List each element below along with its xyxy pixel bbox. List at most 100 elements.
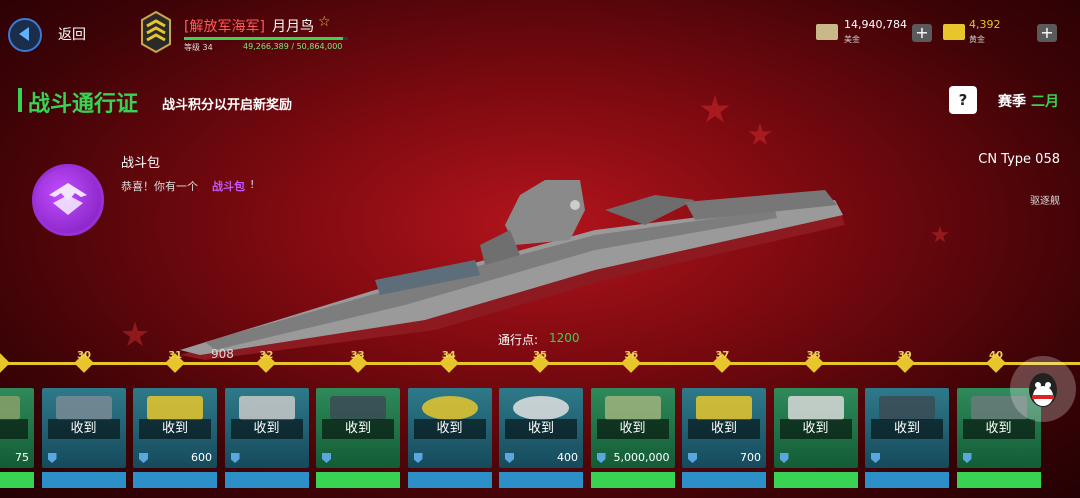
shield-icon	[139, 453, 148, 463]
reward-card[interactable]: 收到 400	[499, 388, 583, 468]
track-level-number: 30	[77, 350, 91, 361]
pass-points-value: 1200	[549, 331, 580, 345]
reward-tier-strip	[316, 472, 400, 488]
claimed-label: 到	[0, 419, 28, 439]
reward-tier-strip	[590, 472, 675, 488]
reward-card[interactable]: 收到	[224, 388, 309, 468]
cash-label: 美金	[844, 35, 860, 44]
season-value: 二月	[1031, 94, 1059, 110]
xp-progress-fill	[184, 37, 344, 40]
submarine-icon	[879, 396, 935, 420]
battle-pack-icon[interactable]	[32, 164, 104, 236]
reward-tier-strip	[682, 472, 766, 488]
track-level-number: 36	[624, 350, 639, 361]
claimed-label: 收到	[505, 419, 577, 439]
partial-icon	[0, 396, 20, 420]
reward-card[interactable]: 到 75	[0, 388, 34, 468]
gold-icon	[696, 396, 752, 420]
shield-icon	[688, 453, 697, 463]
track-level-number: 31	[168, 350, 183, 361]
shield-icon	[47, 453, 57, 463]
eagle-emblem-icon	[49, 183, 87, 215]
reward-amount: 400	[557, 451, 578, 464]
track-level-number: 38	[806, 350, 821, 361]
reward-card[interactable]: 收到	[316, 388, 400, 468]
xp-text: 49,266,389 / 50,864,000	[243, 42, 343, 51]
shield-icon	[230, 453, 240, 463]
claimed-label: 收到	[596, 419, 669, 439]
player-name: 月月鸟	[272, 19, 314, 35]
reward-tier-strip	[133, 472, 217, 488]
claimed-label: 收到	[779, 419, 852, 439]
reward-tier-strip	[224, 472, 309, 488]
track-level-number: 40	[989, 350, 1003, 361]
claimed-label: 收到	[871, 419, 943, 439]
rank-badge-icon	[141, 10, 171, 54]
ship-class: 驱逐舰	[1030, 196, 1060, 207]
rank-medal-icon	[421, 396, 478, 420]
claimed-label: 收到	[962, 419, 1035, 439]
pack-title: 战斗包	[121, 156, 161, 171]
ship-name: CN Type 058	[978, 152, 1060, 167]
track-level-number: 32	[259, 350, 274, 361]
bg-star-decor	[122, 321, 148, 347]
missile-icon	[238, 396, 295, 420]
shield-icon	[871, 453, 880, 463]
reward-card[interactable]: 收到	[773, 388, 858, 468]
player-tag: [解放军海军]	[184, 19, 265, 35]
reward-card[interactable]: 收到	[865, 388, 949, 468]
reward-tier-strip	[956, 472, 1041, 488]
reward-card[interactable]: 收到	[407, 388, 492, 468]
claimed-label: 收到	[322, 419, 394, 439]
gold-bar-icon	[943, 24, 965, 40]
claimed-label: 收到	[413, 419, 486, 439]
reward-tier-strip	[407, 472, 492, 488]
reward-tier-strip	[41, 472, 126, 488]
shield-icon	[962, 453, 972, 463]
back-label[interactable]: 返回	[58, 24, 86, 44]
track-level-number: 33	[350, 350, 365, 361]
reward-card[interactable]: 收到	[41, 388, 126, 468]
reward-card[interactable]: 收到 5,000,000	[590, 388, 675, 468]
bg-star-decor	[931, 226, 949, 243]
shield-icon	[505, 453, 514, 463]
page-title: 战斗通行证	[28, 92, 139, 117]
track-node	[0, 353, 10, 373]
svg-text:908: 908	[211, 347, 234, 361]
qq-assistant-icon[interactable]	[1010, 356, 1076, 422]
torpedo-icon	[787, 396, 844, 420]
track-level-number: 39	[897, 350, 912, 361]
title-accent-bar	[18, 88, 22, 112]
page-subtitle: 战斗积分以开启新奖励	[162, 98, 293, 113]
reward-amount: 700	[740, 451, 761, 464]
cash-value: 14,940,784	[844, 18, 907, 31]
favorite-star-icon: ☆	[318, 14, 331, 30]
claimed-label: 收到	[47, 419, 120, 439]
reward-amount: 600	[191, 451, 212, 464]
shield-icon	[413, 453, 423, 463]
reward-card[interactable]: 收到 600	[133, 388, 217, 468]
track-level-number: 37	[715, 350, 730, 361]
reward-tier-strip	[0, 472, 34, 488]
add-gold-button[interactable]: +	[1037, 24, 1057, 42]
season-label: 赛季	[998, 94, 1026, 110]
reward-amount: 75	[15, 451, 29, 464]
bg-star-decor	[748, 123, 772, 145]
cash-icon	[816, 24, 838, 40]
submarine-icon	[330, 396, 386, 420]
track-level-number: 34	[441, 350, 456, 361]
xp-progress-bar	[184, 37, 348, 40]
gold-value: 4,392	[969, 18, 1001, 31]
reward-amount: 5,000,000	[613, 451, 670, 464]
back-button[interactable]	[8, 18, 42, 52]
reward-tier-strip	[773, 472, 858, 488]
reward-card[interactable]: 收到 700	[682, 388, 766, 468]
help-button[interactable]: ?	[949, 86, 977, 114]
claimed-label: 收到	[688, 419, 760, 439]
shield-icon	[779, 453, 789, 463]
reward-tier-strip	[865, 472, 949, 488]
level-text: 等级 34	[184, 43, 213, 52]
reward-tier-strip	[499, 472, 583, 488]
pass-points-label: 通行点:	[498, 333, 539, 347]
add-cash-button[interactable]: +	[912, 24, 932, 42]
